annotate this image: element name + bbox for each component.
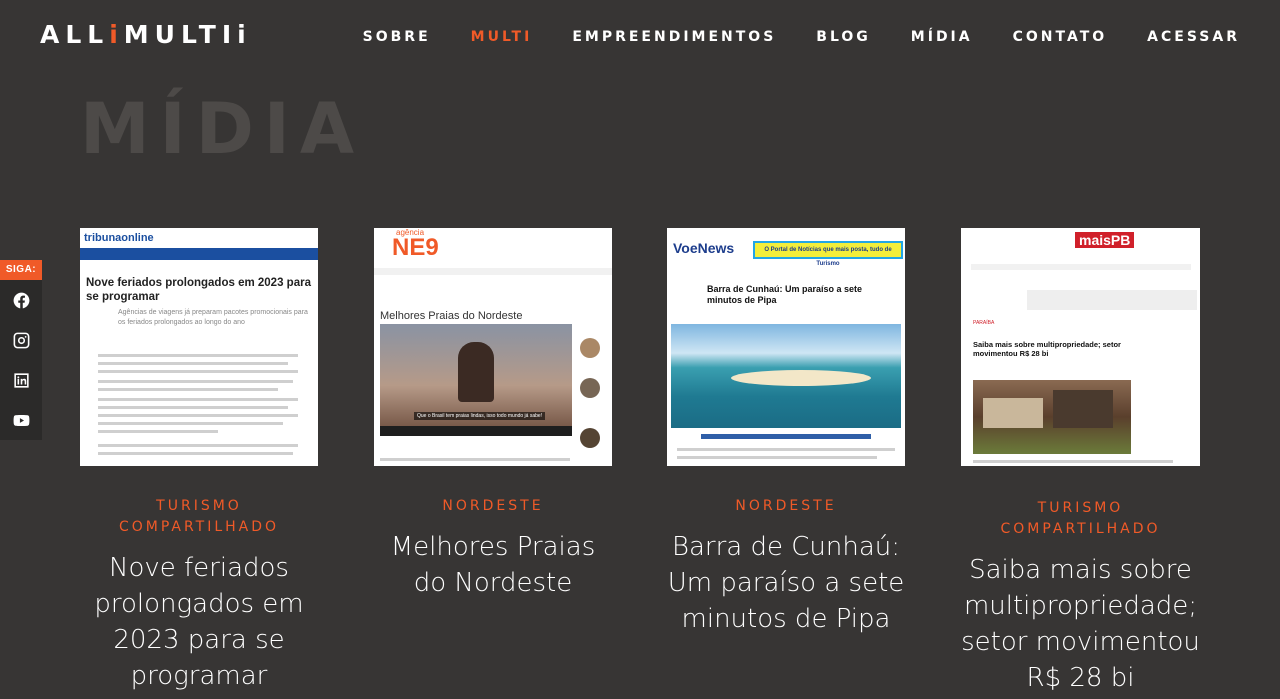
card-thumbnail[interactable]: tribunaonline Nove feriados prolongados … bbox=[80, 228, 318, 466]
media-card[interactable]: maisPB PARAÍBA Saiba mais sobre multipro… bbox=[961, 228, 1200, 696]
card-category: TURISMO COMPARTILHADO bbox=[1000, 500, 1161, 537]
thumb-nav-bar bbox=[374, 268, 612, 275]
media-card-grid: tribunaonline Nove feriados prolongados … bbox=[80, 228, 1200, 699]
thumb-subheadline: Agências de viagens já preparam pacotes … bbox=[118, 309, 308, 326]
thumb-beach-photo bbox=[671, 324, 901, 428]
card-thumbnail[interactable]: maisPB PARAÍBA Saiba mais sobre multipro… bbox=[961, 228, 1200, 466]
media-card[interactable]: VoeNews O Portal de Notícias que mais po… bbox=[667, 228, 905, 637]
linkedin-icon[interactable] bbox=[0, 360, 42, 400]
media-card[interactable]: tribunaonline Nove feriados prolongados … bbox=[80, 228, 318, 694]
logo-text-multi: MULTI bbox=[123, 20, 238, 49]
card-thumbnail[interactable]: VoeNews O Portal de Notícias que mais po… bbox=[667, 228, 905, 466]
card-title[interactable]: Barra de Cunhaú: Um paraíso a sete minut… bbox=[667, 529, 905, 637]
facebook-icon[interactable] bbox=[0, 280, 42, 320]
logo-text-all: ALL bbox=[40, 20, 110, 49]
site-logo[interactable]: ALLiMULTIi bbox=[40, 20, 252, 49]
card-title[interactable]: Nove feriados prolongados em 2023 para s… bbox=[80, 550, 318, 694]
nav-blog[interactable]: BLOG bbox=[816, 29, 871, 45]
thumb-nav-bar bbox=[971, 264, 1191, 270]
site-header: ALLiMULTIi SOBRE MULTI EMPREENDIMENTOS B… bbox=[0, 0, 1280, 76]
nav-acessar[interactable]: ACESSAR bbox=[1147, 29, 1240, 45]
thumb-site-logo: VoeNews bbox=[673, 240, 735, 256]
thumb-headline: Nove feriados prolongados em 2023 para s… bbox=[86, 277, 311, 303]
thumb-headline: Barra de Cunhaú: Um paraíso a sete minut… bbox=[707, 284, 863, 305]
card-category: NORDESTE bbox=[735, 498, 837, 514]
nav-midia[interactable]: MÍDIA bbox=[911, 29, 973, 45]
youtube-icon[interactable] bbox=[0, 400, 42, 440]
thumb-headline: Melhores Praias do Nordeste bbox=[380, 310, 523, 322]
card-title[interactable]: Melhores Praias do Nordeste bbox=[374, 529, 612, 601]
main-nav: SOBRE MULTI EMPREENDIMENTOS BLOG MÍDIA C… bbox=[363, 29, 1240, 45]
thumb-nav-bar bbox=[80, 248, 318, 260]
instagram-icon[interactable] bbox=[0, 320, 42, 360]
thumb-building-photo bbox=[973, 380, 1131, 454]
social-sidebar: SIGA: bbox=[0, 260, 42, 440]
nav-multi[interactable]: MULTI bbox=[471, 29, 533, 45]
card-title[interactable]: Saiba mais sobre multipropriedade; setor… bbox=[961, 552, 1200, 696]
thumb-site-logo: tribunaonline bbox=[84, 232, 154, 244]
thumb-headline: Saiba mais sobre multipropriedade; setor… bbox=[973, 340, 1121, 358]
media-card[interactable]: agência NE9 Melhores Praias do Nordeste … bbox=[374, 228, 612, 601]
thumb-banner: O Portal de Notícias que mais posta, tud… bbox=[753, 241, 903, 267]
card-category: NORDESTE bbox=[442, 498, 544, 514]
nav-contato[interactable]: CONTATO bbox=[1013, 29, 1108, 45]
card-category: TURISMO COMPARTILHADO bbox=[118, 498, 280, 535]
thumb-section: PARAÍBA bbox=[973, 320, 995, 326]
social-label: SIGA: bbox=[0, 260, 42, 280]
logo-accent: i bbox=[109, 20, 124, 49]
logo-text-end: i bbox=[237, 20, 252, 49]
thumb-video-caption: Que o Brasil tem praias lindas, isso tod… bbox=[414, 412, 546, 420]
nav-sobre[interactable]: SOBRE bbox=[363, 29, 431, 45]
card-thumbnail[interactable]: agência NE9 Melhores Praias do Nordeste … bbox=[374, 228, 612, 466]
thumb-site-logo: maisPB bbox=[1075, 232, 1135, 248]
thumb-site-logo: NE9 bbox=[392, 234, 439, 261]
nav-empreendimentos[interactable]: EMPREENDIMENTOS bbox=[572, 29, 776, 45]
page-title: MÍDIA bbox=[80, 88, 365, 170]
